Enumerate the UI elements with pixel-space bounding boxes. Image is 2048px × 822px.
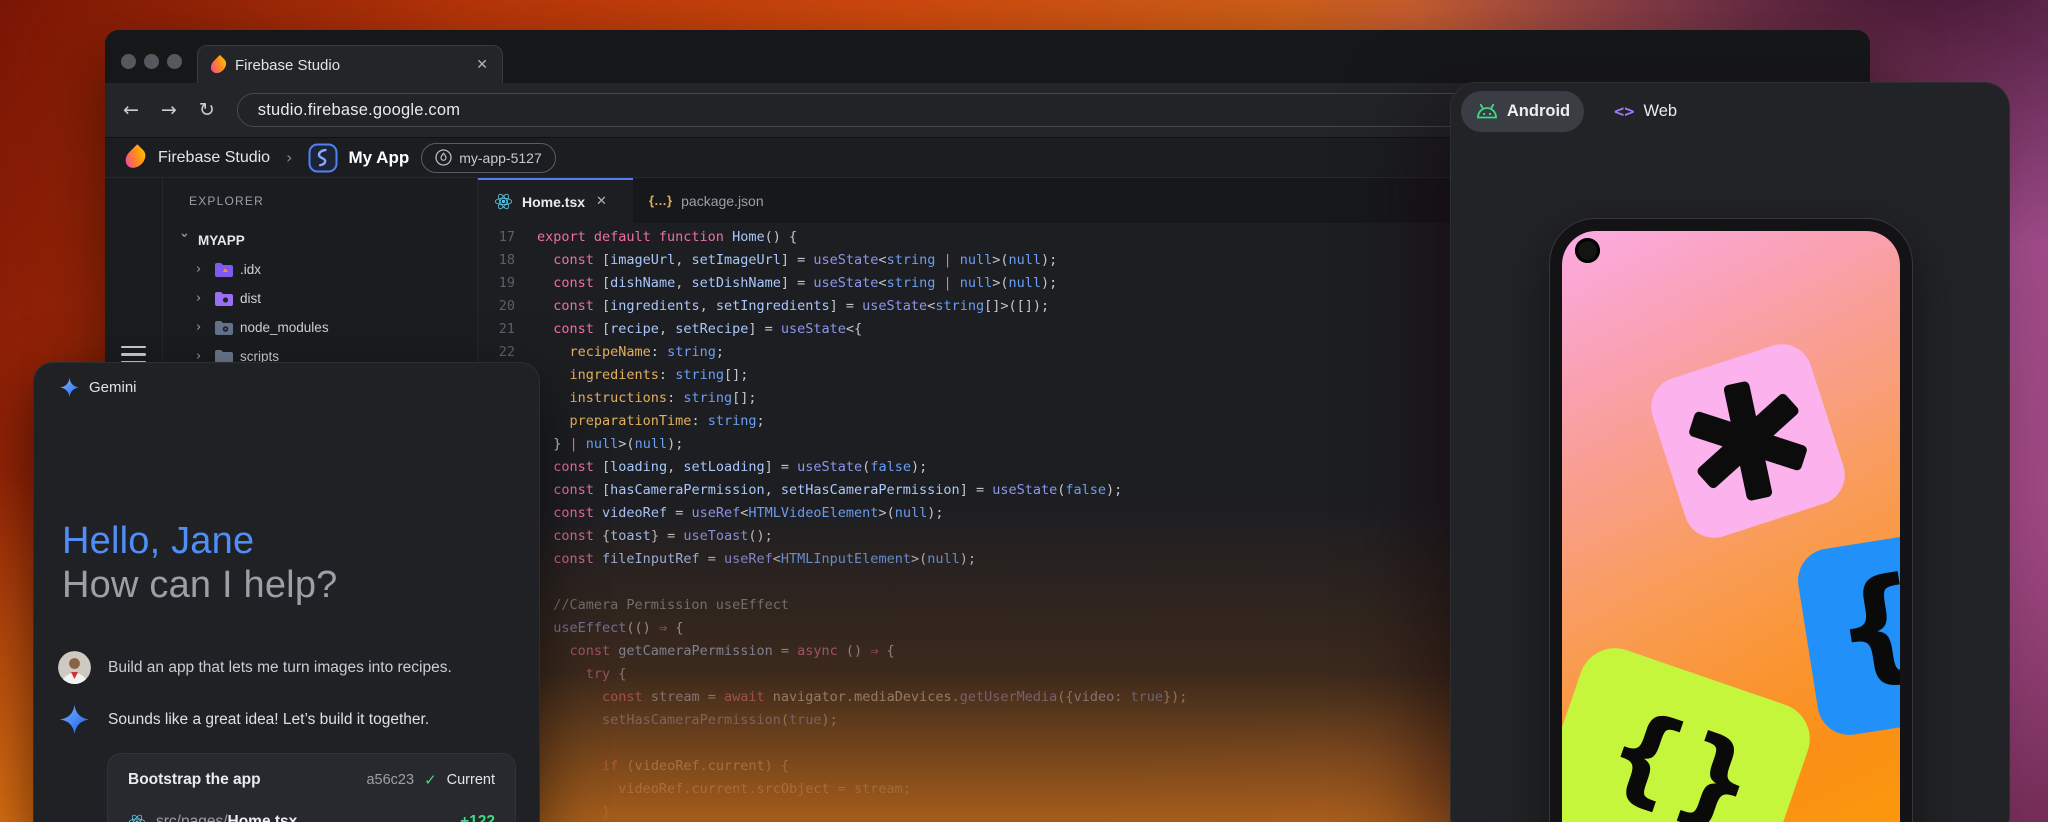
forward-icon[interactable]: → bbox=[161, 99, 177, 121]
project-name[interactable]: My App bbox=[348, 148, 409, 168]
task-card-header: Bootstrap the app a56c23 ✓ Current bbox=[128, 771, 495, 789]
web-toggle-label: Web bbox=[1643, 102, 1677, 121]
back-icon[interactable]: ← bbox=[123, 99, 139, 121]
greeting-line2: How can I help? bbox=[62, 563, 338, 607]
browser-tab[interactable]: Firebase Studio ✕ bbox=[197, 45, 503, 84]
tile-brace: { bbox=[1793, 524, 1900, 739]
file-name: Home.tsx bbox=[228, 813, 298, 822]
file-dir: src/pages/ bbox=[156, 813, 228, 822]
reload-icon[interactable]: ↻ bbox=[199, 99, 215, 121]
android-toggle-button[interactable]: Android bbox=[1461, 91, 1584, 132]
gemini-panel: Gemini Hello, Jane How can I help? Build… bbox=[33, 362, 540, 822]
android-icon bbox=[1475, 103, 1499, 120]
traffic-light-close[interactable] bbox=[121, 54, 136, 69]
asterisk-icon bbox=[1672, 365, 1823, 516]
gemini-greeting: Hello, Jane How can I help? bbox=[62, 519, 338, 607]
folder-icon bbox=[214, 320, 234, 336]
chevron-right-icon: › bbox=[196, 291, 212, 306]
user-message-text: Build an app that lets me turn images in… bbox=[108, 659, 452, 677]
brand-name[interactable]: Firebase Studio bbox=[158, 149, 270, 167]
workspace-badge-label: my-app-5127 bbox=[459, 150, 542, 166]
tile-asterisk bbox=[1643, 336, 1852, 545]
preview-panel: Android <> Web { {} bbox=[1450, 82, 2010, 822]
user-avatar bbox=[58, 651, 91, 684]
stage: Firebase Studio ✕ ← → ↻ studio.firebase.… bbox=[0, 0, 2048, 822]
platform-toggle: Android <> Web bbox=[1461, 91, 1677, 132]
open-brace-icon: { bbox=[1824, 549, 1900, 703]
workspace-droplet-icon bbox=[435, 149, 452, 166]
editor-tab-label: Home.tsx bbox=[522, 194, 585, 210]
json-braces-icon: {…} bbox=[649, 193, 672, 208]
status-badge: Current bbox=[447, 772, 495, 788]
chevron-down-icon: › bbox=[177, 233, 192, 249]
editor-tab-package-json[interactable]: {…} package.json bbox=[633, 178, 780, 223]
close-icon[interactable]: ✕ bbox=[596, 194, 607, 209]
workspace-badge[interactable]: my-app-5127 bbox=[421, 143, 556, 173]
chat-message-gemini: Sounds like a great idea! Let’s build it… bbox=[58, 703, 515, 736]
camera-punch-hole bbox=[1575, 238, 1600, 263]
diff-added-count: +122 bbox=[460, 813, 495, 822]
browser-tab-title: Firebase Studio bbox=[235, 57, 340, 74]
breadcrumb-separator: › bbox=[286, 148, 292, 167]
phone-mockup: { {} bbox=[1549, 218, 1913, 822]
gemini-brand-label: Gemini bbox=[89, 379, 137, 396]
editor-tab-label: package.json bbox=[681, 193, 764, 209]
tree-item-dist[interactable]: › dist bbox=[163, 284, 477, 313]
tree-root-myapp[interactable]: › MYAPP bbox=[163, 226, 477, 255]
prototyper-app-icon bbox=[308, 143, 338, 173]
android-toggle-label: Android bbox=[1507, 102, 1570, 121]
chevron-right-icon: › bbox=[196, 320, 212, 335]
commit-hash: a56c23 bbox=[366, 772, 414, 788]
greeting-line1: Hello, Jane bbox=[62, 519, 338, 563]
react-icon bbox=[128, 813, 146, 822]
traffic-light-minimize[interactable] bbox=[144, 54, 159, 69]
tile-braces: {} bbox=[1562, 638, 1820, 822]
react-icon bbox=[494, 192, 513, 211]
traffic-light-maximize[interactable] bbox=[167, 54, 182, 69]
url-text: studio.firebase.google.com bbox=[258, 101, 460, 120]
folder-icon bbox=[214, 291, 234, 307]
editor-tab-home-tsx[interactable]: Home.tsx ✕ bbox=[478, 178, 633, 223]
bootstrap-task-card[interactable]: Bootstrap the app a56c23 ✓ Current src/p… bbox=[107, 753, 516, 822]
window-controls bbox=[121, 54, 182, 69]
gemini-sparkle-icon bbox=[58, 703, 91, 736]
task-title: Bootstrap the app bbox=[128, 771, 261, 789]
gemini-header: Gemini bbox=[60, 378, 137, 397]
tree-item-node-modules[interactable]: › node_modules bbox=[163, 313, 477, 342]
check-icon: ✓ bbox=[424, 771, 437, 789]
file-tree: › MYAPP › .idx › bbox=[163, 226, 477, 371]
firebase-flame-icon bbox=[208, 54, 229, 75]
braces-icon: {} bbox=[1592, 685, 1772, 822]
phone-screen: { {} bbox=[1562, 231, 1900, 822]
folder-icon bbox=[214, 262, 234, 278]
tree-item-idx[interactable]: › .idx bbox=[163, 255, 477, 284]
chat-message-user: Build an app that lets me turn images in… bbox=[58, 651, 515, 684]
firebase-logo-icon bbox=[122, 144, 150, 172]
tab-close-icon[interactable]: ✕ bbox=[476, 57, 488, 73]
web-toggle-button[interactable]: <> Web bbox=[1614, 91, 1677, 132]
explorer-title: EXPLORER bbox=[189, 194, 264, 208]
task-file-row[interactable]: src/pages/Home.tsx +122 bbox=[128, 813, 495, 822]
code-brackets-icon: <> bbox=[1614, 102, 1634, 122]
chevron-right-icon: › bbox=[196, 262, 212, 277]
gemini-sparkle-icon bbox=[60, 378, 79, 397]
gemini-message-text: Sounds like a great idea! Let’s build it… bbox=[108, 711, 429, 729]
browser-tabstrip: Firebase Studio ✕ bbox=[105, 30, 1870, 83]
menu-icon[interactable] bbox=[121, 346, 146, 363]
